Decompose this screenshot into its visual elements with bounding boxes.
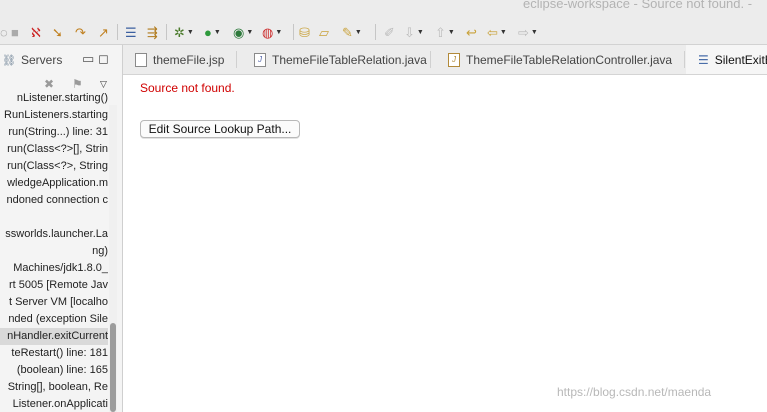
stack-frame-item[interactable]: ng): [0, 243, 108, 260]
stack-frame-label: ssworlds.launcher.La: [5, 228, 108, 240]
tab-servers-label: Servers: [20, 53, 63, 67]
stack-frame-label: Machines/jdk1.8.0_: [13, 262, 108, 274]
tab-silent-exit[interactable]: ☰ SilentExitE: [686, 45, 767, 74]
forward-icon[interactable]: ⇨ ▼: [518, 22, 538, 42]
skip-breakpoints-icon[interactable]: ◌: [0, 22, 8, 42]
tab-label: SilentExitE: [714, 52, 767, 67]
stack-frame-item[interactable]: Listener.onApplicati: [0, 396, 108, 412]
class-file-icon: ☰: [698, 52, 709, 67]
stack-frame-item[interactable]: ndoned connection c: [0, 192, 108, 209]
step-over-icon[interactable]: ↷: [75, 22, 86, 42]
toolbar-row: ◌ ■ ℵ ➘ ↷ ↗ ☰ ⇶ ✲ ▼ ● ▼ ◉ ▼ ◍ ▼ ⛁ ▱ ✎ ▼ ✐ ⇩ ▼ …: [0, 22, 767, 42]
stack-frame-label: run(String...) line: 31: [8, 126, 108, 138]
minimize-icon[interactable]: ▭: [82, 51, 94, 67]
tab-theme-file-jsp[interactable]: themeFile.jsp: [135, 45, 224, 74]
search-icon[interactable]: ✎ ▼: [342, 22, 362, 42]
step-into-icon[interactable]: ➘: [52, 22, 63, 42]
tab-divider: [236, 51, 237, 68]
step-return-icon[interactable]: ↗: [98, 22, 109, 42]
stack-frame-item[interactable]: wledgeApplication.m: [0, 175, 108, 192]
stack-frame-item[interactable]: rt 5005 [Remote Jav: [0, 277, 108, 294]
stack-frame-label: wledgeApplication.m: [7, 177, 108, 189]
stack-frame-label: RunListeners.starting: [4, 109, 108, 121]
debug-icon[interactable]: ✲ ▼: [174, 22, 194, 42]
open-type-icon[interactable]: ▱: [319, 22, 329, 42]
remove-all-icon[interactable]: ⚑: [72, 77, 83, 91]
stack-frame-item[interactable]: String[], boolean, Re: [0, 379, 108, 396]
stack-frame-item[interactable]: nded (exception Sile: [0, 311, 108, 328]
remove-terminated-icon[interactable]: ✖: [44, 77, 54, 91]
disconnect-icon[interactable]: ℵ: [31, 22, 41, 42]
jsp-file-icon: [135, 52, 147, 67]
suspend-icon[interactable]: ■: [11, 22, 19, 42]
tab-label: ThemeFileTableRelationController.java: [466, 52, 673, 67]
stack-frame-item[interactable]: Machines/jdk1.8.0_: [0, 260, 108, 277]
toolbar-separator: [375, 24, 376, 40]
view-menu-icon[interactable]: ▽: [100, 79, 107, 90]
stack-frame-label: nHandler.exitCurrent: [7, 330, 108, 342]
stack-frame-label: rt 5005 [Remote Jav: [8, 279, 108, 291]
run-icon[interactable]: ● ▼: [204, 22, 221, 42]
java-file-icon: J: [254, 52, 266, 67]
debug-panel: ⛓ Servers ▭ ◻ ✖ ⚑ ▽ nListener.starting()…: [0, 45, 123, 412]
stack-frame-item[interactable]: (boolean) line: 165: [0, 362, 108, 379]
stack-frame-list: nListener.starting() RunListeners.startin…: [0, 90, 108, 412]
tab-theme-file-table-relation[interactable]: J ThemeFileTableRelation.java: [254, 45, 427, 74]
stack-frame-item[interactable]: ssworlds.launcher.La: [0, 226, 108, 243]
editor-tab-bar: themeFile.jsp J ThemeFileTableRelation.j…: [123, 45, 767, 75]
watermark-text: https://blog.csdn.net/maenda: [557, 385, 712, 399]
tab-servers[interactable]: ⛓ Servers: [2, 53, 62, 67]
window-title-bar: eclipse-workspace - Source not found. -: [0, 0, 767, 12]
window-title: eclipse-workspace - Source not found. -: [523, 0, 753, 11]
stack-frame-item[interactable]: teRestart() line: 181: [0, 345, 108, 362]
stack-frame-label: ng): [92, 245, 108, 257]
stack-frame-label: ndoned connection c: [6, 194, 108, 206]
next-annotation-icon[interactable]: ⇩ ▼: [404, 22, 424, 42]
external-tools-icon[interactable]: ◍ ▼: [262, 22, 282, 42]
stack-frame-item[interactable]: run(Class<?>, String: [0, 158, 108, 175]
back-icon[interactable]: ⇦ ▼: [487, 22, 507, 42]
use-step-filters-icon[interactable]: ⇶: [147, 22, 158, 42]
stack-frame-item[interactable]: run(String...) line: 31: [0, 124, 108, 141]
stack-frame-label: nded (exception Sile: [8, 313, 108, 325]
tab-theme-file-table-relation-controller[interactable]: J ThemeFileTableRelationController.java: [448, 45, 672, 74]
open-folder-icon[interactable]: ⛁: [299, 22, 310, 42]
stack-frame-label: run(Class<?>, String: [7, 160, 108, 172]
edit-source-lookup-path-button[interactable]: Edit Source Lookup Path...: [140, 120, 300, 138]
main-toolbar: eclipse-workspace - Source not found. - …: [0, 0, 767, 45]
stack-frame-label: nListener.starting(): [16, 92, 108, 104]
tab-divider: [684, 51, 685, 68]
scrollbar-thumb[interactable]: [110, 323, 116, 412]
stack-frame-item[interactable]: nHandler.exitCurrent: [0, 328, 108, 345]
last-edit-icon[interactable]: ↩: [466, 22, 477, 42]
stack-frame-item[interactable]: RunListeners.starting: [0, 107, 108, 124]
java-file-icon: J: [448, 52, 460, 67]
stack-frame-label: teRestart() line: 181: [11, 347, 108, 359]
stack-frame-item[interactable]: t Server VM [localho: [0, 294, 108, 311]
stack-frame-label: t Server VM [localho: [8, 296, 108, 308]
editor-content: Source not found. Edit Source Lookup Pat…: [123, 75, 767, 412]
drop-to-frame-icon[interactable]: ☰: [125, 22, 137, 42]
maximize-icon[interactable]: ◻: [98, 51, 109, 67]
stack-frame-item[interactable]: [0, 209, 108, 226]
source-not-found-message: Source not found.: [140, 81, 235, 95]
stack-frame-item[interactable]: nListener.starting(): [0, 90, 108, 107]
prev-annotation-icon[interactable]: ⇧ ▼: [435, 22, 455, 42]
tab-label: themeFile.jsp: [153, 52, 225, 67]
stack-frame-item[interactable]: run(Class<?>[], Strin: [0, 141, 108, 158]
stack-frame-label: String[], boolean, Re: [7, 381, 108, 393]
stack-frame-label: run(Class<?>[], Strin: [7, 143, 108, 155]
stack-frame-label: Listener.onApplicati: [12, 398, 108, 410]
toolbar-separator: [117, 24, 118, 40]
tab-label: ThemeFileTableRelation.java: [272, 52, 427, 67]
coverage-icon[interactable]: ◉ ▼: [233, 22, 253, 42]
toolbar-separator: [166, 24, 167, 40]
stack-frame-label: (boolean) line: 165: [16, 364, 108, 376]
toolbar-separator: [293, 24, 294, 40]
tab-divider: [430, 51, 431, 68]
annotation-icon[interactable]: ✐: [384, 22, 395, 42]
servers-icon: ⛓: [2, 54, 16, 67]
vertical-scrollbar[interactable]: [109, 105, 117, 412]
panel-header: ⛓ Servers ▭ ◻: [0, 45, 122, 73]
